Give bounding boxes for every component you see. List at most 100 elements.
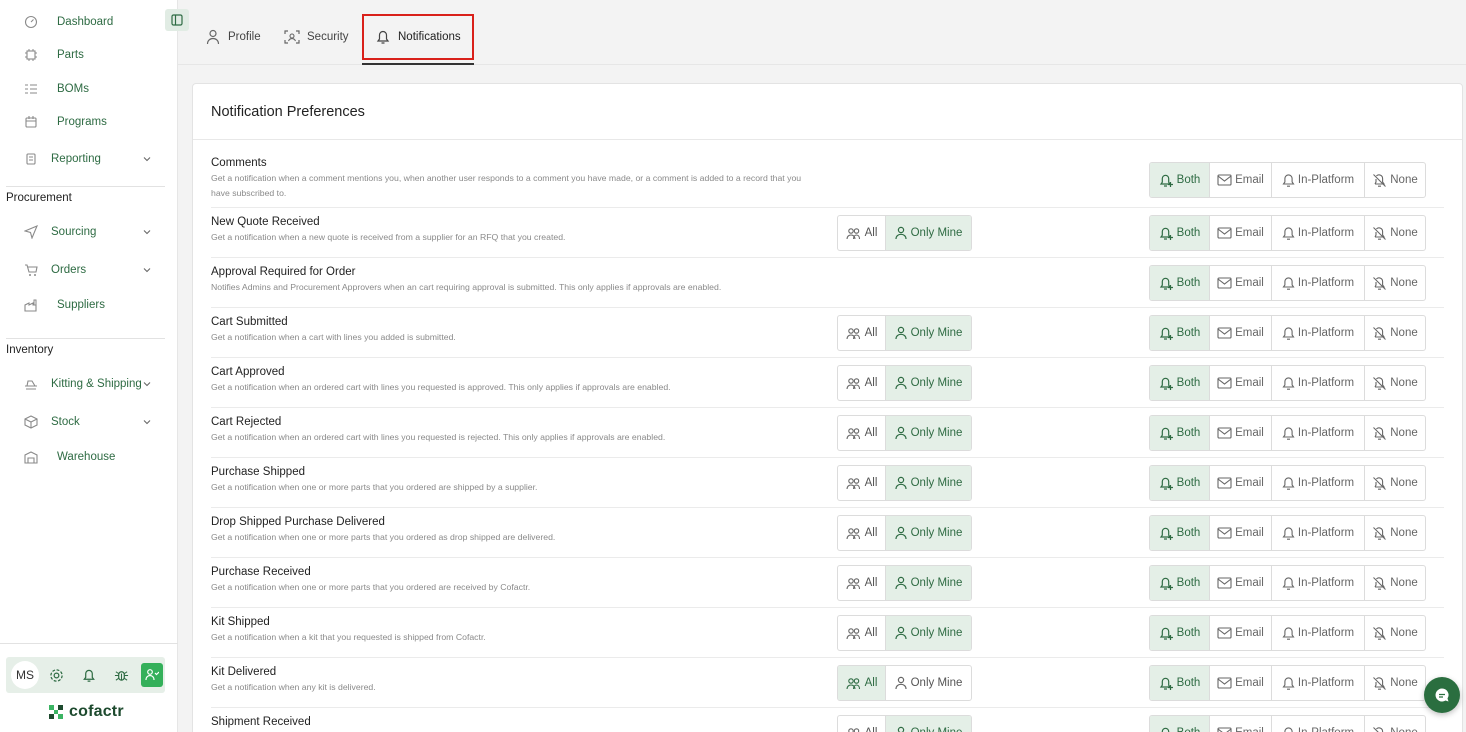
channel-in-platform-option[interactable]: In-Platform (1272, 366, 1365, 400)
channel-none-option[interactable]: None (1365, 516, 1425, 550)
scope-all-option[interactable]: All (838, 216, 886, 250)
scope-only-mine-option[interactable]: Only Mine (886, 666, 971, 700)
channel-none-option[interactable]: None (1365, 216, 1425, 250)
bell-plus-icon (1159, 173, 1177, 188)
channel-in-platform-option[interactable]: In-Platform (1272, 163, 1365, 197)
bell-icon (1282, 276, 1298, 291)
channel-in-platform-option[interactable]: In-Platform (1272, 466, 1365, 500)
channel-email-option[interactable]: Email (1210, 516, 1272, 550)
channel-none-option[interactable]: None (1365, 366, 1425, 400)
channel-in-platform-option[interactable]: In-Platform (1272, 516, 1365, 550)
scope-all-option[interactable]: All (838, 466, 886, 500)
channel-none-option[interactable]: None (1365, 316, 1425, 350)
row-description: Notifies Admins and Procurement Approver… (211, 282, 722, 292)
channel-both-option[interactable]: Both (1150, 566, 1210, 600)
channel-email-option[interactable]: Email (1210, 216, 1272, 250)
channel-both-option[interactable]: Both (1150, 163, 1210, 197)
sidebar-item-kitting-shipping[interactable]: Kitting & Shipping (0, 371, 165, 397)
channel-email-option[interactable]: Email (1210, 616, 1272, 650)
bell-plus-icon (1159, 326, 1177, 341)
channel-none-option[interactable]: None (1365, 566, 1425, 600)
channel-in-platform-option[interactable]: In-Platform (1272, 666, 1365, 700)
scope-only-mine-option[interactable]: Only Mine (886, 716, 971, 732)
channel-in-platform-option[interactable]: In-Platform (1272, 316, 1365, 350)
scope-only-mine-option[interactable]: Only Mine (886, 616, 971, 650)
bell-plus-icon (1159, 526, 1177, 541)
scope-only-mine-option[interactable]: Only Mine (886, 366, 971, 400)
channel-email-option[interactable]: Email (1210, 163, 1272, 197)
channel-email-option[interactable]: Email (1210, 716, 1272, 732)
scope-all-option[interactable]: All (838, 366, 886, 400)
channel-both-option[interactable]: Both (1150, 716, 1210, 732)
channel-both-option[interactable]: Both (1150, 466, 1210, 500)
channel-in-platform-option[interactable]: In-Platform (1272, 216, 1365, 250)
sidebar-item-sourcing[interactable]: Sourcing (0, 219, 165, 245)
sidebar-item-label: Kitting & Shipping (51, 378, 142, 390)
channel-both-option[interactable]: Both (1150, 366, 1210, 400)
channel-email-option[interactable]: Email (1210, 566, 1272, 600)
scope-all-option[interactable]: All (838, 516, 886, 550)
avatar[interactable]: MS (11, 661, 39, 689)
tab-profile[interactable]: Profile (205, 24, 261, 50)
channel-both-option[interactable]: Both (1150, 666, 1210, 700)
sidebar-item-suppliers[interactable]: Suppliers (0, 292, 165, 318)
channel-email-option[interactable]: Email (1210, 366, 1272, 400)
channel-none-option[interactable]: None (1365, 716, 1425, 732)
channel-in-platform-option[interactable]: In-Platform (1272, 616, 1365, 650)
channel-in-platform-option[interactable]: In-Platform (1272, 566, 1365, 600)
settings-icon[interactable] (46, 665, 66, 685)
sidebar-item-dashboard[interactable]: Dashboard (0, 9, 165, 35)
channel-both-option[interactable]: Both (1150, 266, 1210, 300)
scope-all-option[interactable]: All (838, 616, 886, 650)
scope-only-mine-option[interactable]: Only Mine (886, 516, 971, 550)
user-switch-icon[interactable] (141, 663, 163, 687)
channel-email-option[interactable]: Email (1210, 316, 1272, 350)
channel-email-option[interactable]: Email (1210, 416, 1272, 450)
collapse-sidebar-button[interactable] (165, 9, 189, 31)
option-label: Email (1235, 174, 1264, 186)
channel-email-option[interactable]: Email (1210, 666, 1272, 700)
channel-email-option[interactable]: Email (1210, 266, 1272, 300)
channel-both-option[interactable]: Both (1150, 616, 1210, 650)
scope-only-mine-option[interactable]: Only Mine (886, 566, 971, 600)
bell-icon[interactable] (79, 665, 99, 685)
tab-security[interactable]: Security (284, 24, 349, 50)
chevron-down-icon (143, 230, 151, 235)
scope-only-mine-option[interactable]: Only Mine (886, 316, 971, 350)
scope-all-option[interactable]: All (838, 316, 886, 350)
channel-none-option[interactable]: None (1365, 163, 1425, 197)
channel-none-option[interactable]: None (1365, 266, 1425, 300)
chat-button[interactable] (1424, 677, 1460, 713)
channel-toggle: Both Email In-Platform None (1149, 415, 1426, 451)
scope-all-option[interactable]: All (838, 566, 886, 600)
bug-icon[interactable] (111, 665, 131, 685)
scope-all-option[interactable]: All (838, 666, 886, 700)
channel-none-option[interactable]: None (1365, 466, 1425, 500)
option-label: Email (1235, 727, 1264, 732)
scope-only-mine-option[interactable]: Only Mine (886, 416, 971, 450)
scope-only-mine-option[interactable]: Only Mine (886, 216, 971, 250)
sidebar-item-warehouse[interactable]: Warehouse (0, 444, 165, 470)
sidebar-item-reporting[interactable]: Reporting (0, 146, 165, 172)
channel-both-option[interactable]: Both (1150, 516, 1210, 550)
sidebar-item-programs[interactable]: Programs (0, 109, 165, 135)
sidebar-item-parts[interactable]: Parts (0, 42, 165, 68)
channel-none-option[interactable]: None (1365, 666, 1425, 700)
scope-all-option[interactable]: All (838, 416, 886, 450)
channel-none-option[interactable]: None (1365, 616, 1425, 650)
channel-in-platform-option[interactable]: In-Platform (1272, 416, 1365, 450)
channel-both-option[interactable]: Both (1150, 316, 1210, 350)
sidebar-item-stock[interactable]: Stock (0, 409, 165, 435)
channel-both-option[interactable]: Both (1150, 416, 1210, 450)
option-label: All (864, 627, 878, 639)
channel-in-platform-option[interactable]: In-Platform (1272, 266, 1365, 300)
sidebar-item-orders[interactable]: Orders (0, 257, 165, 283)
scope-only-mine-option[interactable]: Only Mine (886, 466, 971, 500)
chevron-down-icon (143, 382, 151, 387)
sidebar-item-boms[interactable]: BOMs (0, 76, 165, 102)
scope-all-option[interactable]: All (838, 716, 886, 732)
channel-in-platform-option[interactable]: In-Platform (1272, 716, 1365, 732)
channel-email-option[interactable]: Email (1210, 466, 1272, 500)
channel-both-option[interactable]: Both (1150, 216, 1210, 250)
channel-none-option[interactable]: None (1365, 416, 1425, 450)
